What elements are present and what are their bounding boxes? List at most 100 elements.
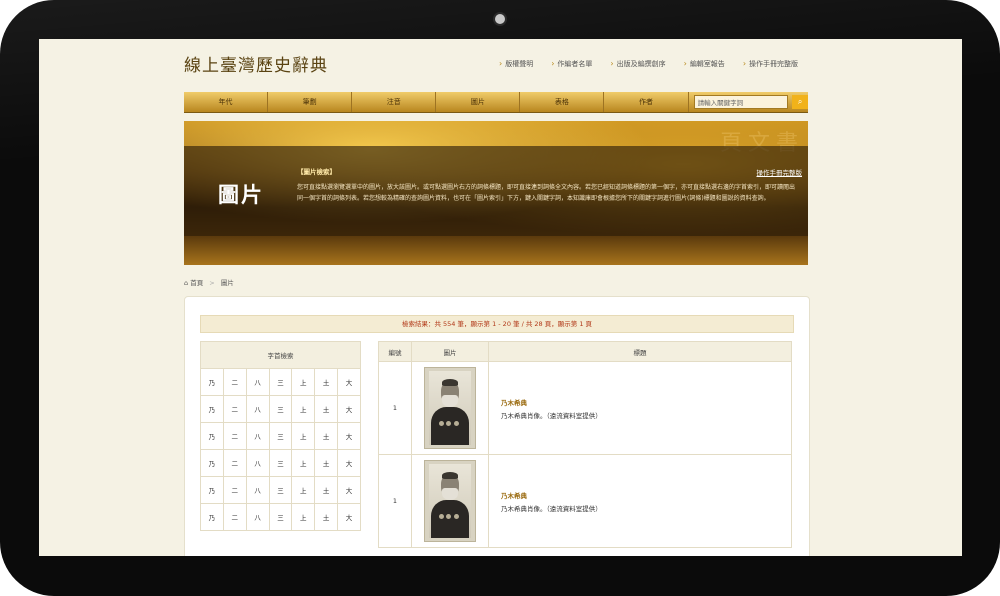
entry-title-link[interactable]: 乃木希典 bbox=[501, 397, 790, 407]
breadcrumb-home[interactable]: 首頁 bbox=[190, 279, 203, 287]
index-cell[interactable]: 三 bbox=[268, 503, 293, 531]
index-cell[interactable]: 乃 bbox=[200, 368, 224, 396]
index-row: 乃二八三上土大 bbox=[200, 422, 361, 450]
index-cell[interactable]: 八 bbox=[245, 476, 270, 504]
menu-images[interactable]: 圖片 bbox=[436, 92, 521, 112]
tablet-frame: 線上臺灣歷史辭典 版權聲明 作編者名單 出版及編撰創序 編輯室報告 操作手冊完整… bbox=[0, 0, 1000, 596]
index-cell[interactable]: 大 bbox=[337, 368, 361, 396]
prefix-index-table: 字首檢索 乃二八三上土大 乃二八三上土大 乃二八三上土大 乃二八三上土大 乃 二… bbox=[200, 341, 361, 531]
entry-title-link[interactable]: 乃木希典 bbox=[501, 490, 790, 500]
col-number: 編號 bbox=[378, 341, 412, 362]
index-cell[interactable]: 二 bbox=[222, 368, 247, 396]
index-row: 乃二八三上土大 bbox=[200, 503, 361, 531]
index-cell[interactable]: 三 bbox=[268, 422, 293, 450]
breadcrumb-separator: > bbox=[209, 279, 215, 287]
index-cell[interactable]: 上 bbox=[291, 449, 316, 477]
portrait-thumbnail[interactable] bbox=[424, 367, 476, 449]
index-row: 乃二八三上土大 bbox=[200, 395, 361, 423]
index-cell[interactable]: 大 bbox=[337, 476, 361, 504]
top-nav-editors[interactable]: 作編者名單 bbox=[551, 59, 592, 69]
banner: 頁文書 圖片 【圖片檢索】 操作手冊完整版 您可直接點選瀏覽選單中的圖片，放大該… bbox=[184, 121, 808, 265]
index-cell[interactable]: 二 bbox=[222, 395, 247, 423]
row-image-cell bbox=[411, 361, 489, 455]
index-cell[interactable]: 乃 bbox=[200, 503, 224, 531]
index-cell[interactable]: 三 bbox=[268, 395, 293, 423]
menu-tables[interactable]: 表格 bbox=[520, 92, 605, 112]
row-title-cell: 乃木希典 乃木希典肖像。（遠流資料室提供） bbox=[488, 361, 792, 455]
entry-caption: 乃木希典肖像。（遠流資料室提供） bbox=[501, 411, 602, 420]
portrait-photo bbox=[429, 371, 471, 445]
index-row: 乃二八三上土大 bbox=[200, 449, 361, 477]
index-cell[interactable]: 土 bbox=[314, 476, 339, 504]
index-cell[interactable]: 八 bbox=[245, 395, 270, 423]
index-cell[interactable]: 三 bbox=[268, 476, 293, 504]
index-cell[interactable]: 乃 bbox=[200, 395, 224, 423]
index-cell[interactable]: 八 bbox=[245, 503, 270, 531]
index-cell[interactable]: 上 bbox=[291, 503, 316, 531]
breadcrumb: ⌂ 首頁 > 圖片 bbox=[184, 277, 234, 287]
home-icon[interactable]: ⌂ bbox=[184, 279, 188, 287]
index-cell[interactable]: 大 bbox=[337, 395, 361, 423]
manual-link[interactable]: 操作手冊完整版 bbox=[757, 167, 803, 177]
portrait-photo bbox=[429, 464, 471, 538]
row-number: 1 bbox=[378, 361, 412, 455]
menu-zhuyin[interactable]: 注音 bbox=[352, 92, 437, 112]
index-cell[interactable]: 上 bbox=[291, 476, 316, 504]
table-row: 1 乃木希典 乃木希典肖像。（遠流資料室提供） bbox=[378, 361, 792, 455]
camera-icon bbox=[495, 14, 505, 24]
menu-era[interactable]: 年代 bbox=[184, 92, 269, 112]
index-cell[interactable]: 八 bbox=[245, 449, 270, 477]
menu-authors[interactable]: 作者 bbox=[604, 92, 689, 112]
index-cell[interactable]: 三 bbox=[268, 368, 293, 396]
portrait-thumbnail[interactable] bbox=[424, 460, 476, 542]
index-cell[interactable]: 上 bbox=[291, 422, 316, 450]
entry-caption: 乃木希典肖像。（遠流資料室提供） bbox=[501, 504, 602, 513]
index-row: 乃二八三上土大 bbox=[200, 476, 361, 504]
site-title[interactable]: 線上臺灣歷史辭典 bbox=[184, 51, 328, 76]
index-cell[interactable]: 二 bbox=[222, 476, 247, 504]
index-cell[interactable]: 土 bbox=[314, 449, 339, 477]
index-cell[interactable]: 土 bbox=[314, 422, 339, 450]
top-nav: 版權聲明 作編者名單 出版及編撰創序 編輯室報告 操作手冊完整版 bbox=[499, 59, 798, 69]
banner-description: 您可直接點選瀏覽選單中的圖片，放大該圖片。或可點選圖片右方的詞條標題，即可直接連… bbox=[297, 184, 796, 202]
result-summary: 檢索結果：共 554 筆，顯示第 1 - 20 筆 / 共 28 頁，顯示第 1… bbox=[200, 315, 794, 333]
index-cell[interactable]: 上 bbox=[291, 368, 316, 396]
banner-section-label: 【圖片檢索】 bbox=[297, 168, 336, 176]
breadcrumb-current: 圖片 bbox=[220, 279, 234, 287]
index-cell[interactable]: 乃 bbox=[200, 476, 224, 504]
top-nav-publication[interactable]: 出版及編撰創序 bbox=[610, 59, 666, 69]
top-nav-editor-report[interactable]: 編輯室報告 bbox=[684, 59, 725, 69]
top-nav-copyright[interactable]: 版權聲明 bbox=[499, 59, 533, 69]
row-image-cell bbox=[411, 454, 489, 548]
index-cell[interactable]: 乃 bbox=[200, 449, 224, 477]
index-cell[interactable]: 八 bbox=[245, 422, 270, 450]
index-cell[interactable]: 大 bbox=[337, 422, 361, 450]
col-title: 標題 bbox=[488, 341, 792, 362]
main-menu: 年代 筆劃 注音 圖片 表格 作者 請輸入關鍵字詞 ⌕ bbox=[184, 92, 809, 113]
top-nav-manual[interactable]: 操作手冊完整版 bbox=[743, 59, 798, 69]
search-input[interactable]: 請輸入關鍵字詞 bbox=[693, 95, 789, 109]
index-cell[interactable]: 土 bbox=[314, 503, 339, 531]
menu-strokes[interactable]: 筆劃 bbox=[268, 92, 353, 112]
banner-title: 圖片 bbox=[218, 183, 264, 207]
index-cell[interactable]: 大 bbox=[337, 503, 361, 531]
index-cell[interactable]: 二 bbox=[222, 503, 247, 531]
prefix-index-header: 字首檢索 bbox=[200, 341, 361, 369]
index-cell[interactable]: 二 bbox=[222, 449, 247, 477]
index-cell[interactable]: 二 bbox=[222, 422, 247, 450]
index-row: 乃二八三上土大 bbox=[200, 368, 361, 396]
index-cell[interactable]: 土 bbox=[314, 395, 339, 423]
index-cell[interactable]: 八 bbox=[245, 368, 270, 396]
row-number: 1 bbox=[378, 454, 412, 548]
results-panel: 檢索結果：共 554 筆，顯示第 1 - 20 筆 / 共 28 頁，顯示第 1… bbox=[184, 296, 810, 556]
index-cell[interactable]: 三 bbox=[268, 449, 293, 477]
screen: 線上臺灣歷史辭典 版權聲明 作編者名單 出版及編撰創序 編輯室報告 操作手冊完整… bbox=[39, 39, 962, 556]
index-cell[interactable]: 大 bbox=[337, 449, 361, 477]
search-icon[interactable]: ⌕ bbox=[792, 95, 809, 109]
index-cell[interactable]: 上 bbox=[291, 395, 316, 423]
index-cell[interactable]: 乃 bbox=[200, 422, 224, 450]
col-image: 圖片 bbox=[411, 341, 489, 362]
row-title-cell: 乃木希典 乃木希典肖像。（遠流資料室提供） bbox=[488, 454, 792, 548]
table-row: 1 乃木希典 乃木希典肖像。（遠流資料室提供） bbox=[378, 454, 792, 548]
index-cell[interactable]: 土 bbox=[314, 368, 339, 396]
